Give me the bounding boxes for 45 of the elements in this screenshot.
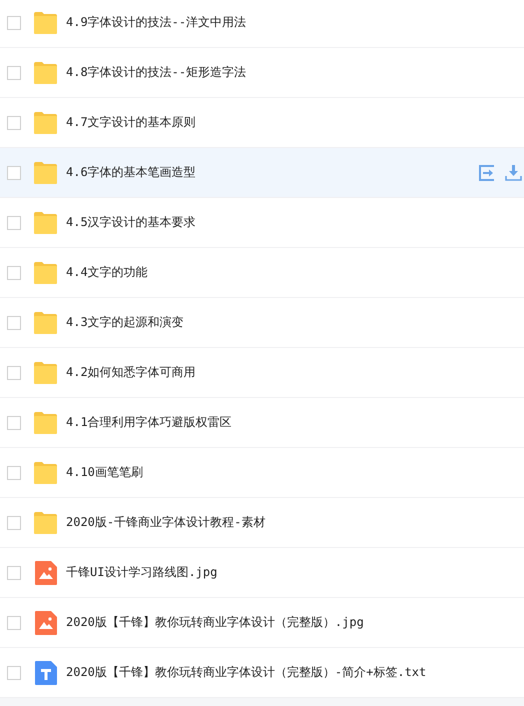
folder-icon xyxy=(34,362,57,384)
folder-icon xyxy=(34,112,57,134)
folder-icon xyxy=(34,262,57,284)
file-name[interactable]: 4.9字体设计的技法--洋文中用法 xyxy=(66,14,524,31)
checkbox[interactable] xyxy=(7,516,21,530)
file-name[interactable]: 千锋UI设计学习路线图.jpg xyxy=(66,564,524,581)
folder-icon xyxy=(34,512,57,534)
checkbox[interactable] xyxy=(7,16,21,30)
checkbox[interactable] xyxy=(7,66,21,80)
image-file-icon xyxy=(34,610,56,634)
file-row[interactable]: 4.6字体的基本笔画造型 xyxy=(0,148,524,198)
file-name[interactable]: 4.5汉字设计的基本要求 xyxy=(66,214,524,231)
file-name[interactable]: 2020版【千锋】教你玩转商业字体设计（完整版）.jpg xyxy=(66,614,524,631)
file-name[interactable]: 4.7文字设计的基本原则 xyxy=(66,114,524,131)
file-name[interactable]: 4.2如何知悉字体可商用 xyxy=(66,364,524,381)
folder-icon xyxy=(34,462,57,484)
file-name[interactable]: 4.1合理利用字体巧避版权雷区 xyxy=(66,414,524,431)
folder-icon xyxy=(34,312,57,334)
move-icon[interactable] xyxy=(479,164,495,180)
checkbox[interactable] xyxy=(7,166,21,180)
file-name[interactable]: 4.3文字的起源和演变 xyxy=(66,314,524,331)
folder-icon xyxy=(34,412,57,434)
file-name[interactable]: 4.6字体的基本笔画造型 xyxy=(66,164,479,181)
checkbox[interactable] xyxy=(7,416,21,430)
text-file-icon xyxy=(34,660,56,684)
checkbox[interactable] xyxy=(7,116,21,130)
checkbox[interactable] xyxy=(7,316,21,330)
checkbox[interactable] xyxy=(7,616,21,630)
file-name[interactable]: 2020版-千锋商业字体设计教程-素材 xyxy=(66,514,524,531)
checkbox[interactable] xyxy=(7,366,21,380)
folder-icon xyxy=(34,212,57,234)
file-name[interactable]: 4.8字体设计的技法--矩形造字法 xyxy=(66,64,524,81)
file-name[interactable]: 4.4文字的功能 xyxy=(66,264,524,281)
file-name[interactable]: 4.10画笔笔刷 xyxy=(66,464,524,481)
checkbox[interactable] xyxy=(7,566,21,580)
folder-icon xyxy=(34,12,57,34)
download-icon[interactable] xyxy=(505,164,522,180)
checkbox[interactable] xyxy=(7,666,21,680)
folder-icon xyxy=(34,62,57,84)
checkbox[interactable] xyxy=(7,216,21,230)
checkbox[interactable] xyxy=(7,466,21,480)
checkbox[interactable] xyxy=(7,266,21,280)
image-file-icon xyxy=(34,560,56,584)
file-name[interactable]: 2020版【千锋】教你玩转商业字体设计（完整版）-简介+标签.txt xyxy=(66,664,524,681)
folder-icon xyxy=(34,162,57,184)
